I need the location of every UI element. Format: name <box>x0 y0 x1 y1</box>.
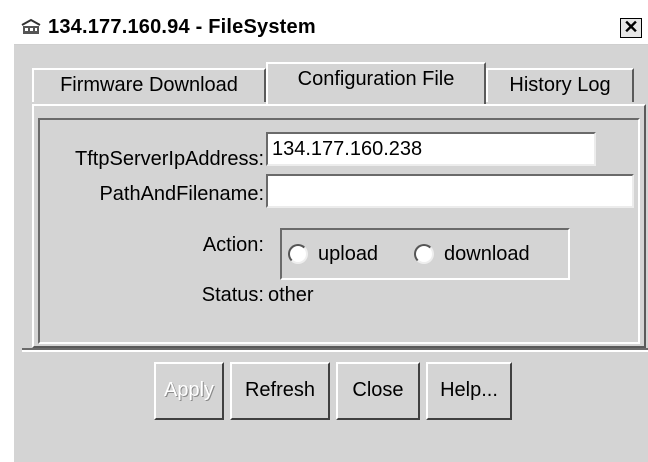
filesystem-dialog: 134.177.160.94 - FileSystem ✕ Firmware D… <box>14 10 648 462</box>
button-separator <box>22 348 648 352</box>
help-button[interactable]: Help... <box>426 362 512 420</box>
window-close-button[interactable]: ✕ <box>620 18 642 38</box>
upload-radio[interactable] <box>288 244 308 264</box>
path-filename-label: PathAndFilename: <box>99 183 264 205</box>
tab-configuration-file[interactable]: Configuration File <box>266 62 486 104</box>
apply-button[interactable]: Apply <box>154 362 224 420</box>
close-button[interactable]: Close <box>336 362 420 420</box>
tab-history-log[interactable]: History Log <box>486 68 634 102</box>
action-radio-group: upload download <box>280 228 570 280</box>
tab-firmware-download[interactable]: Firmware Download <box>32 68 266 102</box>
status-value: other <box>268 284 314 306</box>
download-radio-label[interactable]: download <box>444 242 530 266</box>
upload-radio-label[interactable]: upload <box>318 242 378 266</box>
path-filename-input[interactable] <box>266 174 634 208</box>
title-bar[interactable]: 134.177.160.94 - FileSystem ✕ <box>14 10 648 45</box>
network-device-icon <box>20 18 42 36</box>
action-label: Action: <box>202 234 264 256</box>
status-label: Status: <box>201 284 264 306</box>
tftp-server-ip-input[interactable]: 134.177.160.238 <box>266 132 596 166</box>
tftp-server-label: TftpServerIpAddress: <box>75 148 264 170</box>
download-radio[interactable] <box>414 244 434 264</box>
refresh-button[interactable]: Refresh <box>230 362 330 420</box>
window-title: 134.177.160.94 - FileSystem <box>48 16 316 38</box>
